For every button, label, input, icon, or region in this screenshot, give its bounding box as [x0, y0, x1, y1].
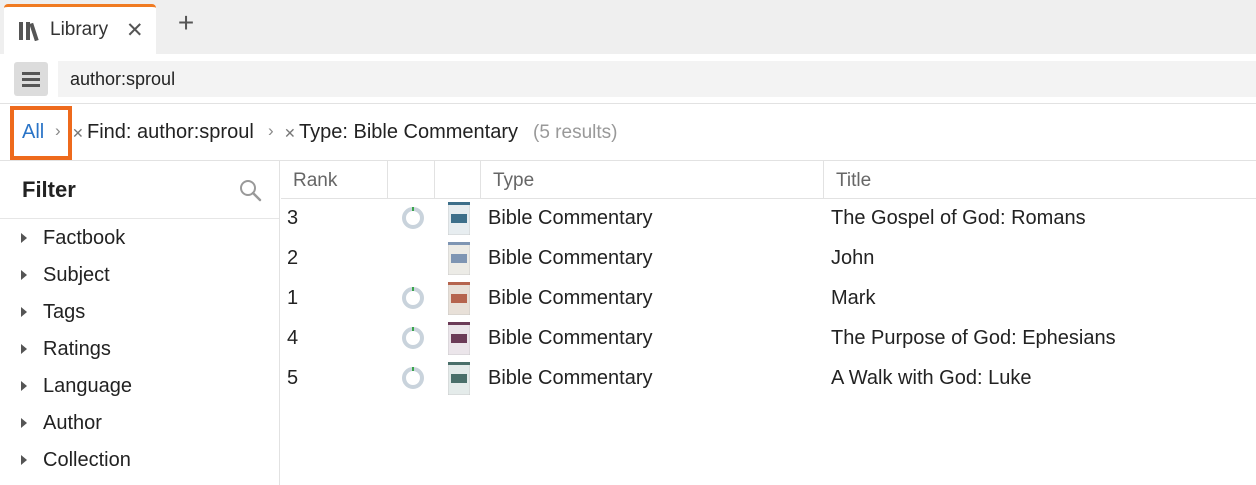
caret-right-icon: [21, 381, 27, 391]
remove-find-filter-icon[interactable]: ✕: [72, 125, 84, 142]
caret-right-icon: [21, 307, 27, 317]
type-cell: Bible Commentary: [488, 247, 653, 269]
results-table: Rank Type Title 3 Bible Commentary The Gos…: [281, 161, 1256, 485]
column-header-type[interactable]: Type: [481, 161, 824, 199]
type-cell: Bible Commentary: [488, 207, 653, 229]
filter-item-tags[interactable]: Tags: [0, 295, 279, 331]
type-cell: Bible Commentary: [488, 327, 653, 349]
filter-header: Filter: [0, 161, 279, 219]
breadcrumb: All › ✕ Find: author:sproul › ✕ Type: Bi…: [0, 104, 1256, 161]
column-header-progress[interactable]: [388, 161, 435, 199]
library-icon: [19, 22, 39, 41]
reading-progress-icon: [402, 367, 424, 389]
table-row[interactable]: 5 Bible Commentary A Walk with God: Luke: [281, 359, 1256, 399]
new-tab-button[interactable]: +: [172, 9, 200, 38]
close-tab-icon[interactable]: ✕: [126, 18, 144, 43]
column-header-rank[interactable]: Rank: [281, 161, 388, 199]
filter-title: Filter: [22, 177, 76, 202]
column-header-title[interactable]: Title: [824, 161, 1256, 199]
chevron-right-icon: ›: [55, 121, 61, 140]
tab-library[interactable]: Library ✕: [4, 4, 156, 54]
filter-panel: Filter Factbook Subject Tags Ratings Languag…: [0, 161, 280, 485]
filter-item-ratings[interactable]: Ratings: [0, 332, 279, 368]
tab-strip: Library ✕ +: [0, 0, 1256, 54]
table-row[interactable]: 2 Bible Commentary John: [281, 239, 1256, 279]
tab-label: Library: [50, 19, 109, 40]
breadcrumb-find[interactable]: Find: author:sproul: [87, 121, 254, 144]
filter-item-label: Language: [43, 375, 132, 397]
type-cell: Bible Commentary: [488, 287, 653, 309]
book-cover-icon: [448, 202, 470, 235]
search-bar: [0, 54, 1256, 104]
rank-cell: 3: [287, 207, 299, 229]
reading-progress-icon: [402, 207, 424, 229]
rank-cell: 1: [287, 287, 299, 309]
filter-item-author[interactable]: Author: [0, 406, 279, 442]
filter-item-language[interactable]: Language: [0, 369, 279, 405]
filter-item-label: Author: [43, 412, 102, 434]
chevron-right-icon: ›: [268, 121, 274, 140]
caret-right-icon: [21, 418, 27, 428]
menu-button[interactable]: [14, 62, 48, 96]
menu-icon: [22, 72, 40, 75]
caret-right-icon: [21, 455, 27, 465]
filter-item-label: Ratings: [43, 338, 111, 360]
column-header-cover[interactable]: [435, 161, 481, 199]
table-row[interactable]: 4 Bible Commentary The Purpose of God: Eph…: [281, 319, 1256, 359]
filter-item-label: Tags: [43, 301, 86, 323]
rank-cell: 2: [287, 247, 299, 269]
table-row[interactable]: 3 Bible Commentary The Gospel of God: Roma…: [281, 199, 1256, 239]
caret-right-icon: [21, 233, 27, 243]
type-cell: Bible Commentary: [488, 367, 653, 389]
filter-item-factbook[interactable]: Factbook: [0, 221, 279, 257]
reading-progress-icon: [402, 327, 424, 349]
filter-item-label: Subject: [43, 264, 110, 286]
book-cover-icon: [448, 242, 470, 275]
rank-cell: 5: [287, 367, 299, 389]
rank-cell: 4: [287, 327, 299, 349]
caret-right-icon: [21, 270, 27, 280]
remove-type-filter-icon[interactable]: ✕: [284, 125, 296, 142]
book-cover-icon: [448, 282, 470, 315]
book-cover-icon: [448, 362, 470, 395]
breadcrumb-type[interactable]: Type: Bible Commentary: [299, 121, 518, 144]
book-cover-icon: [448, 322, 470, 355]
filter-item-label: Factbook: [43, 227, 126, 249]
title-cell[interactable]: A Walk with God: Luke: [831, 367, 1031, 390]
filter-item-subject[interactable]: Subject: [0, 258, 279, 294]
filter-item-collection[interactable]: Collection: [0, 443, 279, 479]
results-count: (5 results): [533, 122, 618, 143]
caret-right-icon: [21, 344, 27, 354]
search-input[interactable]: [58, 61, 1256, 97]
title-cell[interactable]: Mark: [831, 287, 875, 310]
breadcrumb-all-link[interactable]: All: [22, 121, 44, 144]
reading-progress-icon: [402, 287, 424, 309]
search-icon[interactable]: [238, 178, 262, 202]
title-cell[interactable]: John: [831, 247, 874, 270]
table-row[interactable]: 1 Bible Commentary Mark: [281, 279, 1256, 319]
title-cell[interactable]: The Gospel of God: Romans: [831, 207, 1086, 230]
title-cell[interactable]: The Purpose of God: Ephesians: [831, 327, 1116, 350]
table-header: Rank Type Title: [281, 161, 1256, 199]
filter-item-label: Collection: [43, 449, 131, 471]
